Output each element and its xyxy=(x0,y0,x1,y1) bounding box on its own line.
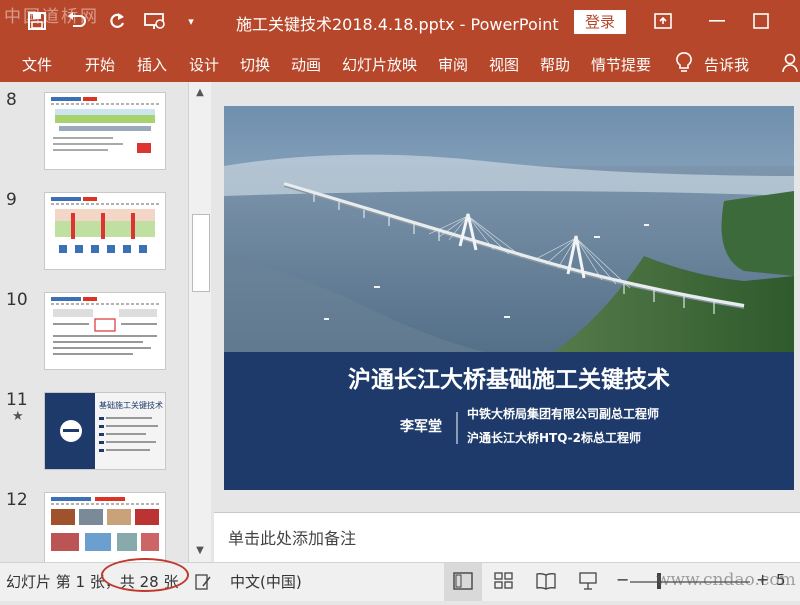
tab-file[interactable]: 文件 xyxy=(22,54,52,75)
slide-thumbnail-12[interactable] xyxy=(44,492,166,562)
zoom-out-icon[interactable]: − xyxy=(616,570,629,589)
thumbnail-content xyxy=(51,97,159,153)
reading-view-icon[interactable] xyxy=(536,572,556,594)
ribbon-display-options-icon[interactable] xyxy=(652,10,674,32)
view-normal-button[interactable] xyxy=(444,563,482,601)
thumb-number: 11 xyxy=(6,390,28,410)
slide-thumbnail-9[interactable] xyxy=(44,192,166,270)
thumbnails-scrollbar[interactable]: ▲ ▼ xyxy=(188,82,211,562)
thumb-number: 10 xyxy=(6,290,28,310)
watermark-bottom: www.cndao.com xyxy=(656,570,796,590)
lightbulb-icon[interactable] xyxy=(676,52,692,78)
notes-pane[interactable]: 单击此处添加备注 xyxy=(214,512,800,563)
tell-me-box[interactable]: 告诉我 xyxy=(704,54,749,75)
thumb-number: 8 xyxy=(6,90,17,110)
tab-home[interactable]: 开始 xyxy=(85,54,115,75)
thumbnail-content xyxy=(51,497,159,551)
thumb-number: 12 xyxy=(6,490,28,510)
slide-sorter-icon[interactable] xyxy=(494,572,514,594)
thumb-11-title: 基础施工关键技术 xyxy=(99,401,163,410)
slide-thumbnail-10[interactable] xyxy=(44,292,166,370)
presenter-role-2: 沪通长江大桥HTQ-2标总工程师 xyxy=(467,431,641,445)
slide-title: 沪通长江大桥基础施工关键技术 xyxy=(348,367,670,393)
thumbnail-content xyxy=(51,297,159,355)
title-bar: 中国道桥网 ▾ 施工关键技术2018.4.18.pptx - PowerPoin… xyxy=(0,0,800,44)
undo-icon[interactable] xyxy=(66,10,88,32)
scroll-up-icon[interactable]: ▲ xyxy=(189,84,211,102)
maximize-icon[interactable] xyxy=(750,10,772,32)
tab-storyboarding[interactable]: 情节提要 xyxy=(591,54,651,75)
slide-thumbnails-pane: 8 9 10 11 ★ 基础施工关键技术 12 xyxy=(0,82,210,562)
tab-view[interactable]: 视图 xyxy=(489,54,519,75)
tab-design[interactable]: 设计 xyxy=(189,54,219,75)
animation-star-icon: ★ xyxy=(12,409,24,424)
current-slide[interactable]: 沪通长江大桥基础施工关键技术 李军堂 中铁大桥局集团有限公司副总工程师 沪通长江… xyxy=(224,106,794,490)
tab-animations[interactable]: 动画 xyxy=(291,54,321,75)
customize-toolbar-icon[interactable]: ▾ xyxy=(180,10,202,32)
save-icon[interactable] xyxy=(26,10,48,32)
slideshow-view-icon[interactable] xyxy=(578,571,598,595)
ribbon-tabs: 文件 开始 插入 设计 切换 动画 幻灯片放映 审阅 视图 帮助 情节提要 告诉… xyxy=(0,44,800,82)
presenter-name: 李军堂 xyxy=(400,419,442,435)
normal-view-icon xyxy=(453,572,473,590)
from-beginning-icon[interactable] xyxy=(144,10,166,32)
minimize-icon[interactable] xyxy=(706,10,728,32)
redo-icon[interactable] xyxy=(106,10,128,32)
slide-thumbnail-8[interactable] xyxy=(44,92,166,170)
scroll-down-icon[interactable]: ▼ xyxy=(189,542,211,560)
tab-insert[interactable]: 插入 xyxy=(137,54,167,75)
highlight-circle-annotation xyxy=(101,558,189,592)
scrollbar-thumb[interactable] xyxy=(192,214,210,292)
tab-slideshow[interactable]: 幻灯片放映 xyxy=(342,54,417,75)
document-title: 施工关键技术2018.4.18.pptx - PowerPoint xyxy=(236,15,559,34)
language-status[interactable]: 中文(中国) xyxy=(230,571,302,592)
tab-transitions[interactable]: 切换 xyxy=(240,54,270,75)
notes-placeholder: 单击此处添加备注 xyxy=(228,529,357,548)
slide-thumbnail-11[interactable]: 基础施工关键技术 xyxy=(44,392,166,470)
presenter-role-1: 中铁大桥局集团有限公司副总工程师 xyxy=(467,407,660,421)
spell-check-icon[interactable] xyxy=(194,573,212,595)
tab-review[interactable]: 审阅 xyxy=(438,54,468,75)
tab-help[interactable]: 帮助 xyxy=(540,54,570,75)
login-button[interactable]: 登录 xyxy=(574,10,626,34)
thumb-number: 9 xyxy=(6,190,17,210)
share-person-icon[interactable] xyxy=(782,53,798,77)
thumbnail-content xyxy=(51,197,159,253)
